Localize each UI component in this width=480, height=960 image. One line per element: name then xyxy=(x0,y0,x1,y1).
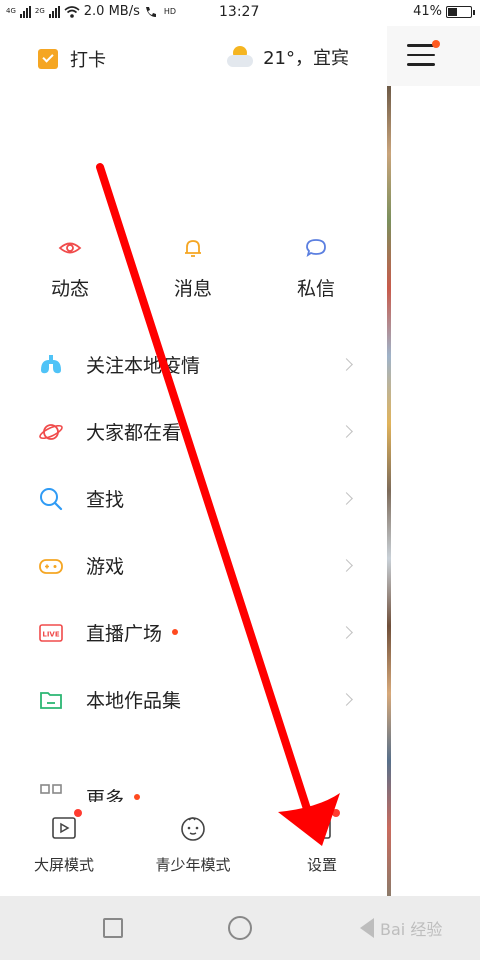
menu-item-local-works[interactable]: 本地作品集 xyxy=(0,666,387,733)
chevron-right-icon xyxy=(340,626,353,639)
bottom-label: 青少年模式 xyxy=(155,856,231,874)
weather-widget[interactable]: 21°，宜宾 xyxy=(227,44,349,70)
menu-item-search[interactable]: 查找 xyxy=(0,465,387,532)
signal-icon-2 xyxy=(48,5,60,18)
menu-item-trending[interactable]: 大家都在看 xyxy=(0,398,387,465)
menu-item-label: 关注本地疫情 xyxy=(86,355,201,377)
folder-icon xyxy=(40,691,62,709)
hamburger-menu-icon[interactable] xyxy=(407,40,440,66)
notification-dot xyxy=(432,40,440,48)
menu-item-local-epidemic[interactable]: 关注本地疫情 xyxy=(0,331,387,398)
menu-item-more[interactable]: 更多 xyxy=(0,776,387,802)
weather-text: 21°，宜宾 xyxy=(263,48,349,69)
calendar-check-icon xyxy=(38,49,58,69)
badge-dot xyxy=(74,809,82,817)
home-button[interactable] xyxy=(228,916,252,940)
child-face-icon xyxy=(179,814,207,842)
chevron-right-icon xyxy=(340,358,353,371)
main-top-bar xyxy=(387,26,480,86)
status-right: 41% xyxy=(413,4,475,19)
volte-call-icon xyxy=(145,6,156,17)
network-speed: 2.0 MB/s xyxy=(83,4,140,19)
checkin-button[interactable]: 打卡 xyxy=(38,46,106,72)
new-indicator-dot xyxy=(172,628,179,635)
checkin-label: 打卡 xyxy=(70,50,106,71)
watermark: Bai 经验 xyxy=(380,920,443,939)
quick-action-label: 消息 xyxy=(173,278,212,300)
signal-icon xyxy=(19,5,31,18)
system-nav-bar: Bai 经验 xyxy=(0,896,480,960)
search-icon xyxy=(40,487,63,510)
battery-percent: 41% xyxy=(413,4,442,19)
live-icon: LIVE xyxy=(39,623,63,642)
quick-action-dynamics[interactable]: 动态 xyxy=(25,236,115,301)
recent-apps-button[interactable] xyxy=(103,918,123,938)
status-time: 13:27 xyxy=(219,4,260,20)
menu-item-label: 查找 xyxy=(86,489,125,511)
big-screen-mode-button[interactable]: 大屏模式 xyxy=(9,809,119,875)
chevron-right-icon xyxy=(340,492,353,505)
chat-icon xyxy=(306,239,326,258)
side-drawer: 打卡 21°，宜宾 动态 消息 私信 关注本地疫情 大家都在看 查找 游戏 LI… xyxy=(0,26,387,896)
quick-action-private-messages[interactable]: 私信 xyxy=(271,236,361,301)
new-indicator-dot xyxy=(134,793,141,800)
settings-icon xyxy=(308,809,340,842)
back-button[interactable] xyxy=(360,918,374,938)
volte-hd: HD xyxy=(163,7,177,16)
menu-item-label: 直播广场 xyxy=(86,619,179,646)
bell-icon xyxy=(185,240,201,257)
status-bar: 4G 2G 2.0 MB/s HD 13:27 41% xyxy=(0,0,480,26)
battery-icon xyxy=(446,5,475,18)
feed-thumbnails-edge xyxy=(387,86,391,896)
partly-cloudy-icon xyxy=(227,46,255,68)
svg-text:LIVE: LIVE xyxy=(42,630,59,638)
menu-item-label: 大家都在看 xyxy=(86,422,182,444)
bottom-label: 设置 xyxy=(306,856,337,874)
chevron-right-icon xyxy=(340,559,353,572)
main-page-peek[interactable] xyxy=(387,26,480,896)
drawer-bottom-bar: 大屏模式 青少年模式 设置 xyxy=(0,806,387,896)
badge-dot xyxy=(332,809,340,817)
planet-icon xyxy=(39,423,63,440)
settings-button[interactable]: 设置 xyxy=(267,809,377,875)
play-screen-icon xyxy=(50,809,82,842)
quick-action-label: 私信 xyxy=(296,278,335,300)
gamepad-icon xyxy=(39,558,63,574)
grid-icon xyxy=(40,784,62,794)
menu-item-games[interactable]: 游戏 xyxy=(0,532,387,599)
menu-item-live-plaza[interactable]: LIVE 直播广场 xyxy=(0,599,387,666)
status-left: 4G 2G 2.0 MB/s HD xyxy=(6,4,176,19)
menu-item-label: 游戏 xyxy=(86,556,125,578)
network-type-2: 2G xyxy=(34,7,45,15)
quick-action-messages[interactable]: 消息 xyxy=(148,236,238,301)
menu-item-label: 本地作品集 xyxy=(86,690,182,712)
teen-mode-button[interactable]: 青少年模式 xyxy=(138,814,248,875)
menu-item-label: 更多 xyxy=(86,784,141,802)
eye-icon xyxy=(58,242,82,254)
network-type-1: 4G xyxy=(6,7,16,15)
chevron-right-icon xyxy=(340,425,353,438)
chevron-right-icon xyxy=(340,693,353,706)
lungs-icon xyxy=(41,354,61,373)
wifi-icon xyxy=(64,5,80,18)
quick-action-label: 动态 xyxy=(50,278,89,300)
bottom-label: 大屏模式 xyxy=(33,856,94,874)
quick-actions: 动态 消息 私信 xyxy=(0,236,387,306)
